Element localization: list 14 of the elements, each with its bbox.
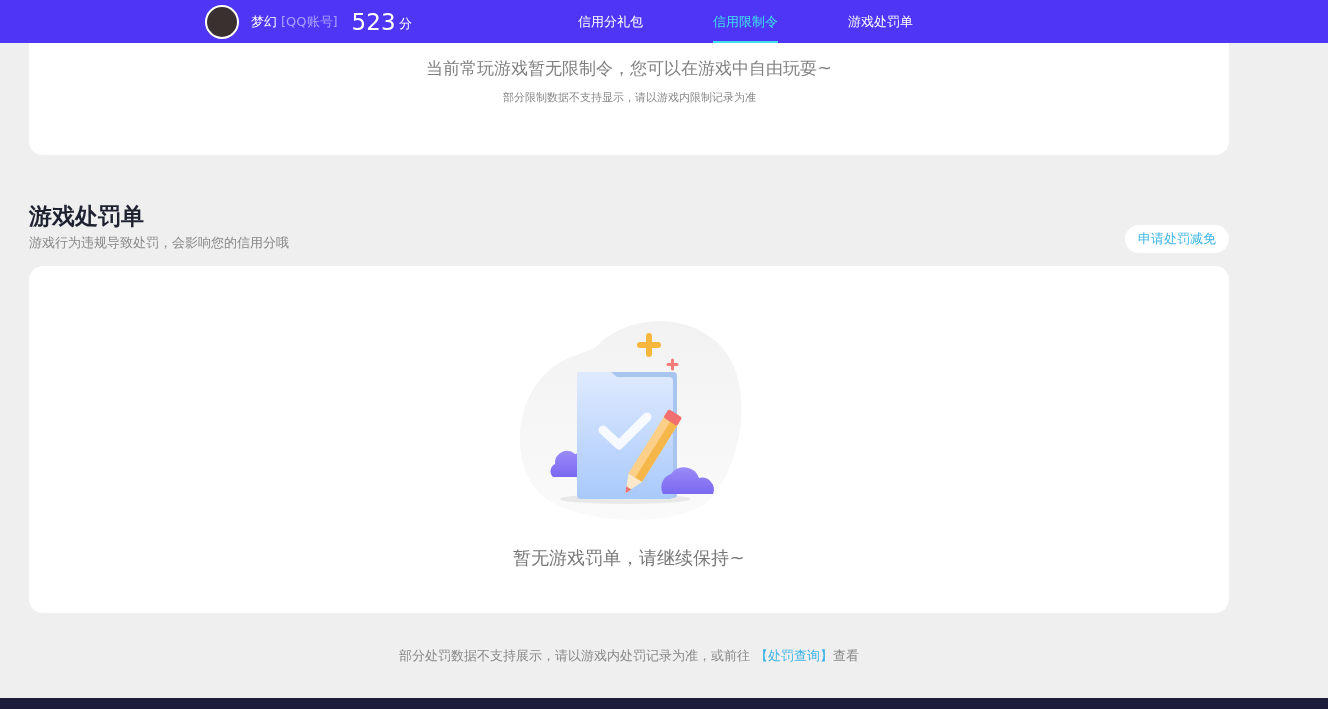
account-type: [QQ账号] [281, 12, 338, 31]
restriction-note: 部分限制数据不支持显示，请以游戏内限制记录为准 [502, 90, 756, 105]
empty-message: 当前常玩游戏暂无限制令，您可以在游戏中自由玩耍~ [426, 57, 832, 80]
appeal-button[interactable]: 申请处罚减免 [1125, 225, 1229, 253]
empty-message: 暂无游戏罚单，请继续保持~ [513, 546, 745, 570]
credit-score: 523 [351, 8, 396, 35]
section-subtitle: 游戏行为违规导致处罚，会影响您的信用分哦 [29, 234, 289, 252]
nav-tab[interactable]: 游戏处罚单 [847, 0, 913, 43]
user-name: 梦幻 [251, 12, 277, 31]
avatar [205, 4, 239, 39]
footer-note: 部分处罚数据不支持展示，请以游戏内处罚记录为准，或前往 【处罚查询】查看 [399, 646, 859, 665]
nav-tab[interactable]: 信用分礼包 [577, 0, 643, 43]
score-unit: 分 [398, 14, 412, 33]
section-title: 游戏处罚单 [29, 202, 145, 231]
